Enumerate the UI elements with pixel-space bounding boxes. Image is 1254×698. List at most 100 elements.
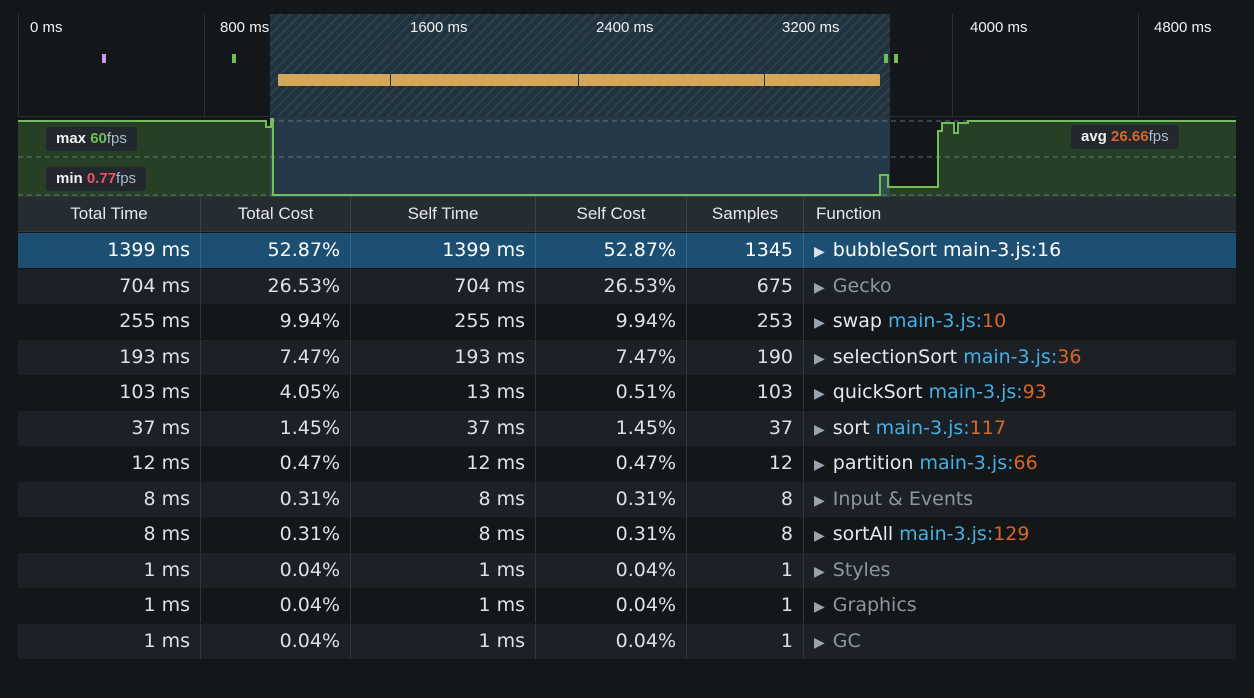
table-row[interactable]: 12 ms 0.47% 12 ms 0.47% 12 ▶ partition main-3.… bbox=[18, 446, 1236, 481]
triangle-right-icon[interactable]: ▶ bbox=[814, 413, 825, 448]
function-line-number[interactable]: 93 bbox=[1023, 381, 1047, 403]
cell-self-cost: 0.04% bbox=[536, 552, 687, 588]
cell-self-time: 37 ms bbox=[351, 410, 536, 446]
timeline-tick bbox=[390, 14, 391, 116]
triangle-right-icon[interactable]: ▶ bbox=[814, 342, 825, 377]
table-row[interactable]: 704 ms 26.53% 704 ms 26.53% 675 ▶ Gecko bbox=[18, 268, 1236, 304]
table-row[interactable]: 8 ms 0.31% 8 ms 0.31% 8 ▶ sortAll main-3.js:12… bbox=[18, 517, 1236, 552]
function-file-link[interactable]: main-3.js bbox=[919, 452, 1007, 474]
cell-self-cost: 52.87% bbox=[536, 233, 687, 268]
table-row[interactable]: 193 ms 7.47% 193 ms 7.47% 190 ▶ selectionSort … bbox=[18, 339, 1236, 377]
fps-min-pill: min 0.77fps bbox=[46, 167, 147, 191]
timeline-tick bbox=[1138, 14, 1139, 116]
fps-graph-canvas bbox=[18, 117, 1236, 197]
fps-graph[interactable]: max 60fps min 0.77fps avg 26.66fps bbox=[18, 116, 1236, 197]
cell-total-cost: 0.31% bbox=[201, 481, 351, 517]
triangle-right-icon[interactable]: ▶ bbox=[814, 377, 825, 412]
timeline-marker[interactable] bbox=[232, 54, 236, 63]
cell-total-cost: 26.53% bbox=[201, 268, 351, 304]
function-line-number[interactable]: 66 bbox=[1014, 452, 1038, 474]
cell-total-cost: 0.04% bbox=[201, 623, 351, 659]
table-header-row: Total Time Total Cost Self Time Self Cos… bbox=[18, 197, 1236, 232]
table-row[interactable]: 1399 ms 52.87% 1399 ms 52.87% 1345 ▶ bubbleSor… bbox=[18, 233, 1236, 268]
cell-total-time: 8 ms bbox=[18, 517, 201, 552]
cell-total-cost: 52.87% bbox=[201, 233, 351, 268]
table-row[interactable]: 37 ms 1.45% 37 ms 1.45% 37 ▶ sort main-3.js:11… bbox=[18, 410, 1236, 448]
function-line-number[interactable]: 10 bbox=[982, 310, 1006, 332]
timeline-marker[interactable] bbox=[884, 54, 888, 63]
timeline-tick-label: 0 ms bbox=[30, 19, 63, 36]
timeline-duration-bar[interactable] bbox=[278, 74, 880, 86]
cell-self-time: 12 ms bbox=[351, 446, 536, 481]
cell-function: ▶ sortAll main-3.js:129 bbox=[804, 517, 1236, 552]
cell-function: ▶ partition main-3.js:66 bbox=[804, 446, 1236, 481]
cell-total-cost: 0.47% bbox=[201, 446, 351, 481]
function-file-link[interactable]: main-3.js bbox=[943, 239, 1031, 261]
timeline-tick bbox=[952, 14, 953, 116]
fps-max-value: 60 bbox=[90, 130, 107, 147]
triangle-right-icon[interactable]: ▶ bbox=[814, 306, 825, 341]
cell-samples: 1 bbox=[687, 588, 804, 623]
timeline-tick-label: 800 ms bbox=[220, 19, 270, 36]
cell-self-cost: 0.04% bbox=[536, 623, 687, 659]
cell-self-time: 1 ms bbox=[351, 552, 536, 588]
timeline-marker[interactable] bbox=[894, 54, 898, 63]
function-line-number[interactable]: 129 bbox=[993, 523, 1029, 545]
cell-total-time: 1 ms bbox=[18, 588, 201, 623]
triangle-right-icon[interactable]: ▶ bbox=[814, 235, 825, 270]
function-name: Gecko bbox=[832, 274, 892, 297]
fps-avg-pill: avg 26.66fps bbox=[1071, 125, 1179, 149]
triangle-right-icon[interactable]: ▶ bbox=[814, 484, 825, 519]
function-name: partition bbox=[832, 452, 914, 474]
table-row[interactable]: 1 ms 0.04% 1 ms 0.04% 1 ▶ Graphics bbox=[18, 588, 1236, 623]
triangle-right-icon[interactable]: ▶ bbox=[814, 271, 825, 306]
column-header-total-time[interactable]: Total Time bbox=[18, 197, 201, 231]
function-name: sortAll bbox=[832, 523, 894, 545]
table-row[interactable]: 8 ms 0.31% 8 ms 0.31% 8 ▶ Input & Events bbox=[18, 481, 1236, 519]
cell-samples: 103 bbox=[687, 375, 804, 410]
function-name: quickSort bbox=[832, 381, 923, 403]
function-file-link[interactable]: main-3.js bbox=[876, 417, 964, 439]
triangle-right-icon[interactable]: ▶ bbox=[814, 626, 825, 661]
function-file-link[interactable]: main-3.js bbox=[888, 310, 976, 332]
cell-total-cost: 9.94% bbox=[201, 304, 351, 339]
function-name: selectionSort bbox=[832, 345, 958, 368]
table-row[interactable]: 1 ms 0.04% 1 ms 0.04% 1 ▶ GC bbox=[18, 623, 1236, 661]
function-file-link[interactable]: main-3.js bbox=[963, 346, 1051, 368]
function-file-link[interactable]: main-3.js bbox=[899, 523, 987, 545]
function-name: Graphics bbox=[832, 594, 917, 616]
triangle-right-icon[interactable]: ▶ bbox=[814, 448, 825, 483]
function-line-number[interactable]: 16 bbox=[1037, 239, 1061, 261]
timeline-marker[interactable] bbox=[102, 54, 106, 63]
triangle-right-icon[interactable]: ▶ bbox=[814, 519, 825, 554]
cell-function: ▶ quickSort main-3.js:93 bbox=[804, 375, 1236, 410]
column-header-samples[interactable]: Samples bbox=[687, 197, 804, 231]
cell-samples: 8 bbox=[687, 481, 804, 517]
table-row[interactable]: 103 ms 4.05% 13 ms 0.51% 103 ▶ quickSort main-… bbox=[18, 375, 1236, 410]
cell-self-cost: 0.04% bbox=[536, 588, 687, 623]
function-line-number[interactable]: 36 bbox=[1057, 346, 1081, 368]
table-row[interactable]: 1 ms 0.04% 1 ms 0.04% 1 ▶ Styles bbox=[18, 552, 1236, 590]
cell-function: ▶ swap main-3.js:10 bbox=[804, 304, 1236, 339]
column-header-self-cost[interactable]: Self Cost bbox=[536, 197, 687, 231]
performance-profiler: 0 ms 800 ms 1600 ms 2400 ms 3200 ms 4000… bbox=[0, 0, 1254, 698]
cell-total-time: 1 ms bbox=[18, 623, 201, 659]
cell-self-time: 13 ms bbox=[351, 375, 536, 410]
table-row[interactable]: 255 ms 9.94% 255 ms 9.94% 253 ▶ swap main-3.js… bbox=[18, 304, 1236, 339]
call-tree-table: Total Time Total Cost Self Time Self Cos… bbox=[18, 197, 1236, 685]
cell-self-time: 8 ms bbox=[351, 517, 536, 552]
function-file-link[interactable]: main-3.js bbox=[929, 381, 1017, 403]
triangle-right-icon[interactable]: ▶ bbox=[814, 590, 825, 625]
cell-function: ▶ Gecko bbox=[804, 269, 1236, 304]
cell-total-cost: 7.47% bbox=[201, 339, 351, 375]
cell-self-cost: 0.31% bbox=[536, 481, 687, 517]
column-header-function[interactable]: Function bbox=[804, 197, 1236, 231]
timeline-overview[interactable]: 0 ms 800 ms 1600 ms 2400 ms 3200 ms 4000… bbox=[18, 14, 1236, 116]
column-header-total-cost[interactable]: Total Cost bbox=[201, 197, 351, 231]
cell-total-cost: 0.04% bbox=[201, 588, 351, 623]
column-header-self-time[interactable]: Self Time bbox=[351, 197, 536, 231]
triangle-right-icon[interactable]: ▶ bbox=[814, 555, 825, 590]
timeline-tick bbox=[204, 14, 205, 116]
function-line-number[interactable]: 117 bbox=[970, 417, 1006, 439]
cell-samples: 1345 bbox=[687, 233, 804, 268]
